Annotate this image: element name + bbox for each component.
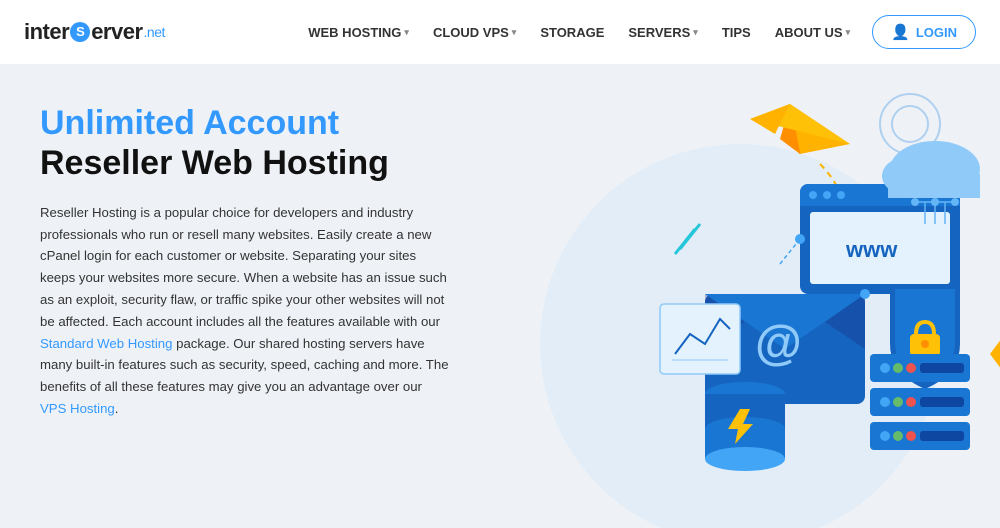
nav-web-hosting[interactable]: WEB HOSTING ▾ — [298, 17, 419, 48]
chevron-down-icon: ▾ — [512, 27, 517, 38]
headline-blue: Unlimited Account — [40, 104, 450, 143]
user-icon: 👤 — [891, 23, 910, 41]
body-text: Reseller Hosting is a popular choice for… — [40, 202, 450, 420]
nav-cloud-vps[interactable]: CLOUD VPS ▾ — [423, 17, 526, 48]
standard-web-hosting-link[interactable]: Standard Web Hosting — [40, 336, 172, 351]
illustration-area: www @ — [480, 64, 1000, 528]
nav-servers[interactable]: SERVERS ▾ — [618, 17, 707, 48]
svg-text:www: www — [845, 237, 898, 262]
vps-hosting-link[interactable]: VPS Hosting — [40, 401, 115, 416]
logo-net: .net — [144, 24, 165, 40]
main-nav: WEB HOSTING ▾ CLOUD VPS ▾ STORAGE SERVER… — [298, 15, 976, 49]
main-content: Unlimited Account Reseller Web Hosting R… — [0, 64, 1000, 528]
nav-tips[interactable]: TIPS — [712, 17, 761, 48]
chevron-down-icon: ▾ — [693, 27, 698, 38]
chevron-down-icon: ▾ — [404, 27, 409, 38]
hero-illustration: www @ — [480, 64, 1000, 528]
login-button[interactable]: 👤 LOGIN — [872, 15, 976, 49]
logo[interactable]: interServer.net — [24, 19, 165, 45]
nav-storage[interactable]: STORAGE — [530, 17, 614, 48]
nav-about-us[interactable]: ABOUT US ▾ — [765, 17, 860, 48]
chevron-down-icon: ▾ — [846, 27, 851, 38]
content-left: Unlimited Account Reseller Web Hosting R… — [0, 64, 480, 528]
logo-server: erver — [91, 19, 142, 45]
headline-black: Reseller Web Hosting — [40, 143, 450, 184]
logo-s-icon: S — [70, 22, 90, 42]
logo-inter: inter — [24, 19, 69, 45]
header: interServer.net WEB HOSTING ▾ CLOUD VPS … — [0, 0, 1000, 64]
svg-text:@: @ — [755, 317, 802, 370]
